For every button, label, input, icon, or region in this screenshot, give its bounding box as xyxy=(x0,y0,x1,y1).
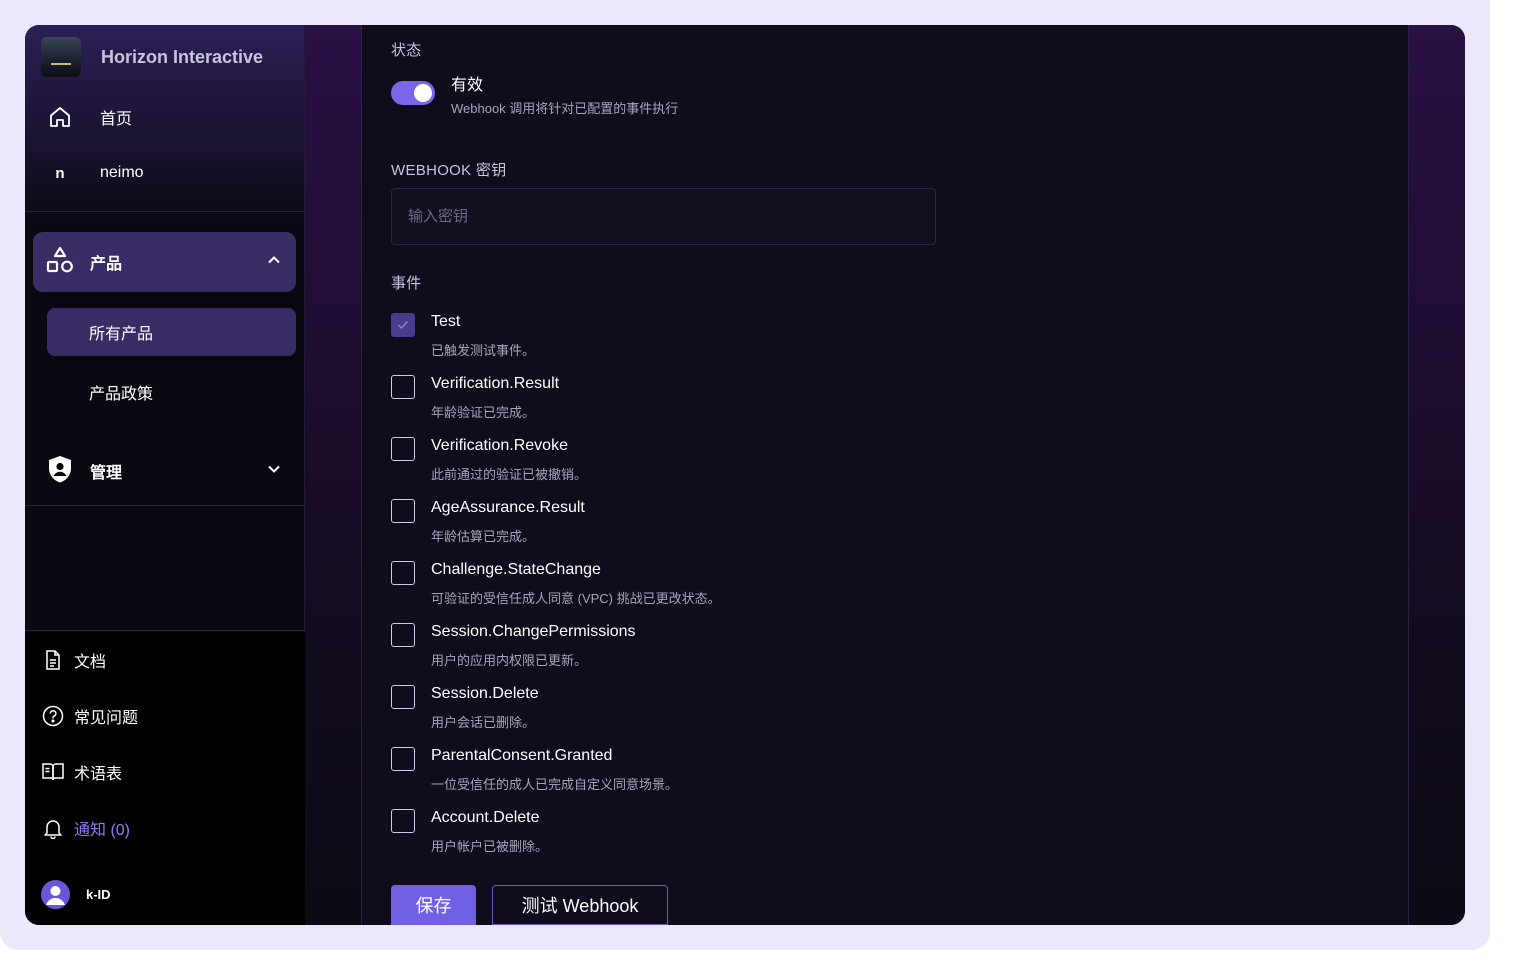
event-description: 用户会话已删除。 xyxy=(431,715,536,730)
event-name: ParentalConsent.Granted xyxy=(431,747,613,764)
event-name: Challenge.StateChange xyxy=(431,561,601,578)
event-description: 用户帐户已被删除。 xyxy=(431,839,549,854)
sidebar-item-notifications[interactable]: 通知 (0) xyxy=(25,800,305,856)
user-name: k-ID xyxy=(86,887,111,902)
sidebar-item-docs[interactable]: 文档 xyxy=(25,632,305,688)
document-icon xyxy=(41,648,65,672)
event-description: 用户的应用内权限已更新。 xyxy=(431,653,588,668)
chevron-down-icon[interactable] xyxy=(266,461,282,482)
workspace-letter-icon: n xyxy=(55,164,65,182)
avatar xyxy=(41,880,70,909)
event-description: 此前通过的验证已被撤销。 xyxy=(431,467,588,482)
sidebar: Horizon Interactive 首页 n neimo 产品 所有产品 产… xyxy=(25,25,305,925)
test-webhook-button[interactable]: 测试 Webhook xyxy=(492,885,668,925)
event-checkbox[interactable] xyxy=(391,375,415,399)
sidebar-item-label: 术语表 xyxy=(74,766,123,783)
event-name: Verification.Revoke xyxy=(431,437,568,454)
event-item-session-delete: Session.Delete 用户会话已删除。 xyxy=(391,683,991,745)
main-content: 状态 有效 Webhook 调用将针对已配置的事件执行 WEBHOOK 密钥 事… xyxy=(305,25,1465,925)
event-item-session-changepermissions: Session.ChangePermissions 用户的应用内权限已更新。 xyxy=(391,621,991,683)
event-description: 一位受信任的成人已完成自定义同意场景。 xyxy=(431,777,679,792)
sidebar-divider xyxy=(25,505,305,506)
help-circle-icon xyxy=(41,704,65,728)
events-list: Test 已触发测试事件。 Verification.Result 年龄验证已完… xyxy=(391,311,991,869)
event-name: Session.Delete xyxy=(431,685,539,702)
brand[interactable]: Horizon Interactive xyxy=(41,37,263,77)
app-window: Horizon Interactive 首页 n neimo 产品 所有产品 产… xyxy=(25,25,1465,925)
event-checkbox[interactable] xyxy=(391,437,415,461)
sidebar-item-label: 通知 (0) xyxy=(74,822,131,839)
sidebar-item-label: 常见问题 xyxy=(74,710,139,727)
sidebar-item-label: neimo xyxy=(100,164,144,181)
sidebar-subitem-all-products[interactable]: 所有产品 xyxy=(47,308,296,356)
user-profile[interactable]: k-ID xyxy=(41,880,111,909)
sidebar-group-products[interactable]: 产品 xyxy=(33,232,296,292)
sidebar-group-label: 产品 xyxy=(90,256,123,273)
event-item-ageassurance-result: AgeAssurance.Result 年龄估算已完成。 xyxy=(391,497,991,559)
status-toggle-title: 有效 xyxy=(451,77,484,94)
event-name: Verification.Result xyxy=(431,375,560,392)
event-checkbox[interactable] xyxy=(391,747,415,771)
event-description: 年龄估算已完成。 xyxy=(431,529,536,544)
sidebar-group-label: 管理 xyxy=(90,465,123,482)
home-icon xyxy=(47,104,73,130)
sidebar-item-label: 文档 xyxy=(74,654,107,671)
bell-icon xyxy=(41,816,65,840)
save-button[interactable]: 保存 xyxy=(391,885,476,925)
webhook-secret-label: WEBHOOK 密钥 xyxy=(391,162,507,179)
horizon-logo-icon xyxy=(41,37,81,77)
sidebar-item-faq[interactable]: 常见问题 xyxy=(25,688,305,744)
event-item-verification-revoke: Verification.Revoke 此前通过的验证已被撤销。 xyxy=(391,435,991,497)
event-item-challenge-statechange: Challenge.StateChange 可验证的受信任成人同意 (VPC) … xyxy=(391,559,991,621)
event-checkbox[interactable] xyxy=(391,809,415,833)
event-name: Test xyxy=(431,313,461,330)
event-description: 年龄验证已完成。 xyxy=(431,405,536,420)
event-checkbox[interactable] xyxy=(391,685,415,709)
sidebar-divider xyxy=(25,630,305,631)
event-item-test: Test 已触发测试事件。 xyxy=(391,311,991,373)
event-checkbox[interactable] xyxy=(391,499,415,523)
status-toggle[interactable] xyxy=(391,81,435,105)
brand-name: Horizon Interactive xyxy=(101,46,264,67)
sidebar-divider xyxy=(25,211,305,212)
event-item-verification-result: Verification.Result 年龄验证已完成。 xyxy=(391,373,991,435)
sidebar-item-glossary[interactable]: 术语表 xyxy=(25,744,305,800)
event-name: AgeAssurance.Result xyxy=(431,499,585,516)
event-item-parentalconsent-granted: ParentalConsent.Granted 一位受信任的成人已完成自定义同意… xyxy=(391,745,991,807)
event-name: Session.ChangePermissions xyxy=(431,623,636,640)
event-description: 已触发测试事件。 xyxy=(431,343,536,358)
shield-icon xyxy=(46,454,74,489)
shapes-icon xyxy=(46,246,74,279)
sidebar-item-home[interactable]: 首页 xyxy=(25,89,305,145)
sidebar-top-nav: 首页 n neimo xyxy=(25,89,305,201)
sidebar-subitem-product-policies[interactable]: 产品政策 xyxy=(47,368,296,416)
book-open-icon xyxy=(41,760,65,784)
status-toggle-description: Webhook 调用将针对已配置的事件执行 xyxy=(451,101,679,116)
event-checkbox[interactable] xyxy=(391,623,415,647)
status-label: 状态 xyxy=(391,42,422,59)
sidebar-item-neimo[interactable]: n neimo xyxy=(25,145,305,201)
event-checkbox[interactable] xyxy=(391,313,415,337)
sidebar-group-admin[interactable]: 管理 xyxy=(33,441,296,501)
sidebar-subitem-label: 产品政策 xyxy=(89,386,154,403)
webhook-secret-input[interactable] xyxy=(391,188,936,245)
events-label: 事件 xyxy=(391,275,422,292)
event-description: 可验证的受信任成人同意 (VPC) 挑战已更改状态。 xyxy=(431,591,721,606)
event-checkbox[interactable] xyxy=(391,561,415,585)
sidebar-subitem-label: 所有产品 xyxy=(89,326,154,343)
webhook-form-panel: 状态 有效 Webhook 调用将针对已配置的事件执行 WEBHOOK 密钥 事… xyxy=(361,25,1409,925)
chevron-up-icon[interactable] xyxy=(266,252,282,273)
event-item-account-delete: Account.Delete 用户帐户已被删除。 xyxy=(391,807,991,869)
event-name: Account.Delete xyxy=(431,809,540,826)
sidebar-item-label: 首页 xyxy=(100,111,133,128)
